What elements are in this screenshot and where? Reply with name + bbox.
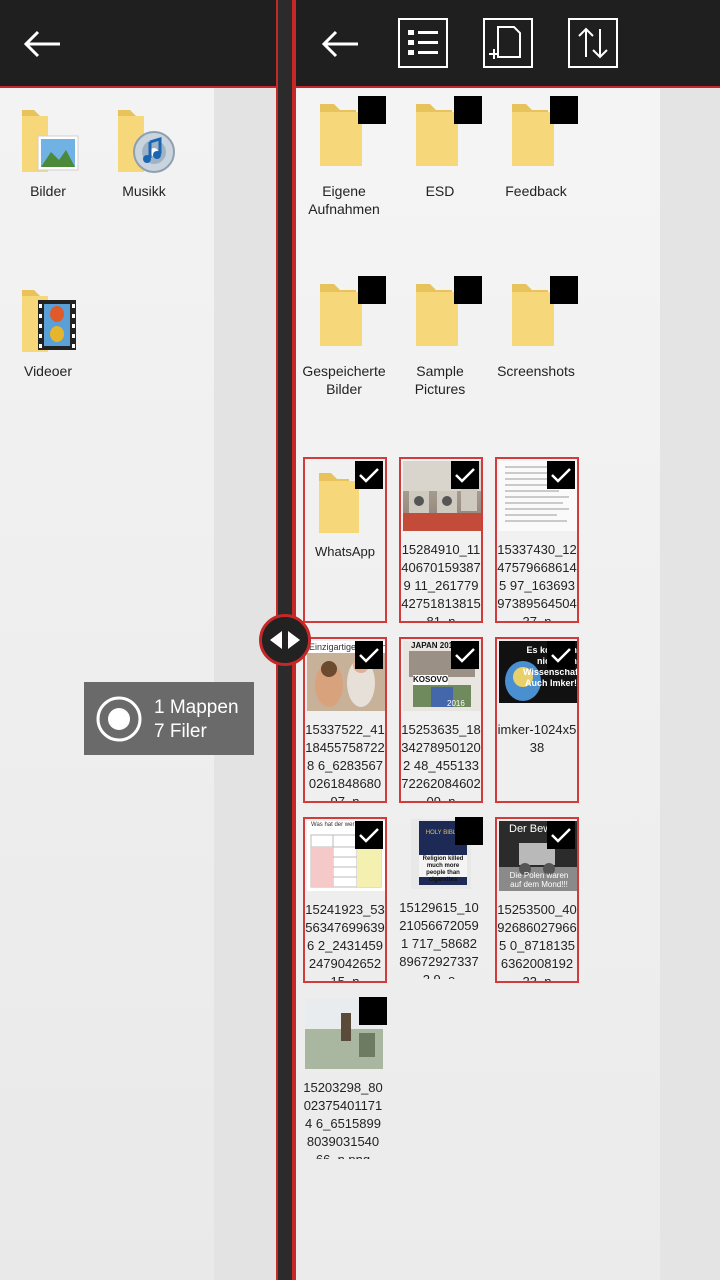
tile-label: 15337522_41184557587228 6_62835670261848… [305, 722, 385, 801]
checkmark-icon[interactable] [547, 821, 575, 849]
new-folder-icon[interactable] [483, 18, 533, 68]
right-header [296, 0, 720, 88]
music-folder-icon [114, 104, 175, 174]
selection-box-unchecked[interactable] [358, 96, 386, 124]
selection-box-unchecked[interactable] [454, 276, 482, 304]
folder-label-line1: Gespeicherte [302, 363, 386, 379]
split-arrows-icon[interactable] [259, 614, 311, 666]
tile-image[interactable]: 15284910_11406701593879 11_2617794275181… [399, 457, 483, 623]
tile-label: 15241923_53563476996396 2_24314592479042… [305, 902, 385, 981]
folder-label: Videoer [23, 363, 72, 379]
folder-label-line2: Bilder [326, 381, 362, 397]
thumbnail-caption-bottom: 2016 [447, 699, 465, 708]
arrow-left-icon[interactable] [316, 20, 364, 68]
thumbnail-caption-top: Der Bew [509, 823, 552, 835]
files-count-text: 7 Filer [154, 721, 207, 742]
tile-image[interactable]: Einzigartige Aufnah 15337522_41184557587… [303, 637, 387, 803]
folder-label: ESD [425, 183, 455, 199]
tile-label: WhatsApp [315, 544, 375, 559]
checkmark-icon[interactable] [355, 641, 383, 669]
left-pane: Bilder Musikk Videoer 1 Mappen 7 Filer [0, 0, 276, 1280]
tile-label: 15129615_10210566720591 717_586828967292… [399, 900, 479, 979]
selection-box-unchecked[interactable] [358, 276, 386, 304]
folder-label-line2: Pictures [414, 381, 466, 397]
checkmark-icon[interactable] [547, 641, 575, 669]
selection-box-unchecked[interactable] [550, 276, 578, 304]
tile-whatsapp-folder[interactable]: WhatsApp [303, 457, 387, 623]
tile-image[interactable]: Was hat der wer letzte Fernsehrechner? 1… [303, 817, 387, 983]
tile-image[interactable]: Der Bew Die Polen waren auf dem Mond!!! … [495, 817, 579, 983]
thumbnail-caption-bottom: Religion killed much more people than ci… [422, 856, 464, 883]
folder-label: Feedback [505, 183, 567, 199]
folder-label: Musikk [122, 183, 166, 199]
right-scroll-strip[interactable] [660, 88, 720, 1280]
checkmark-icon[interactable] [355, 821, 383, 849]
folder-label-line1: Sample [416, 363, 464, 379]
tile-label: 15284910_11406701593879 11_2617794275181… [401, 542, 481, 621]
file-manager-screen: Bilder Musikk Videoer 1 Mappen 7 Filer E… [0, 0, 720, 1280]
tile-label: 15203298_80023754011714 6_65158998039031… [303, 1080, 383, 1159]
tile-image[interactable]: Es kommen nicht von Wissenschaftler. Auc… [495, 637, 579, 803]
tile-label: 15337430_12475796686145 97_1636939738956… [497, 542, 577, 621]
checkmark-icon[interactable] [547, 461, 575, 489]
record-icon[interactable] [95, 695, 143, 743]
folder-label: Screenshots [497, 363, 575, 379]
pictures-folder-icon [18, 104, 79, 174]
folder-label-line2: Aufnahmen [308, 201, 380, 217]
left-header [0, 0, 276, 88]
folder-label-line1: Eigene [322, 183, 366, 199]
checkmark-icon[interactable] [451, 461, 479, 489]
list-view-icon[interactable] [398, 18, 448, 68]
tile-label: 15253635_18342789501202 48_4551337226208… [401, 722, 481, 801]
selection-box-unchecked[interactable] [455, 817, 483, 845]
thumbnail-caption-mid: KOSOVO [413, 675, 449, 685]
tile-image[interactable]: 15203298_80023754011714 6_65158998039031… [303, 997, 387, 1163]
arrow-left-icon[interactable] [16, 20, 68, 68]
folder-label: Bilder [30, 183, 66, 199]
selection-box-unchecked[interactable] [454, 96, 482, 124]
tile-image[interactable]: HOLY BIBLE Religion killed much more peo… [399, 817, 483, 983]
tile-image[interactable]: 15337430_12475796686145 97_1636939738956… [495, 457, 579, 623]
selection-box-unchecked[interactable] [550, 96, 578, 124]
selection-box-unchecked[interactable] [359, 997, 387, 1025]
tile-label: 15253500_40926860279665 0_87181356362008… [497, 902, 577, 981]
selection-summary-toast: 1 Mappen 7 Filer [84, 682, 254, 755]
videos-folder-icon [18, 284, 78, 354]
folders-count-text: 1 Mappen [154, 697, 239, 718]
tile-image[interactable]: JAPAN 2016 KOSOVO 2016 15253635_18342789… [399, 637, 483, 803]
checkmark-icon[interactable] [355, 461, 383, 489]
checkmark-icon[interactable] [451, 641, 479, 669]
right-pane: Eigene Aufnahmen ESD Feedback Gespeicher… [294, 0, 720, 1280]
sort-icon[interactable] [568, 18, 618, 68]
tile-label: imker-1024x538 [497, 722, 577, 755]
thumbnail-caption-bottom: Die Polen waren auf dem Mond!!! [509, 871, 569, 889]
